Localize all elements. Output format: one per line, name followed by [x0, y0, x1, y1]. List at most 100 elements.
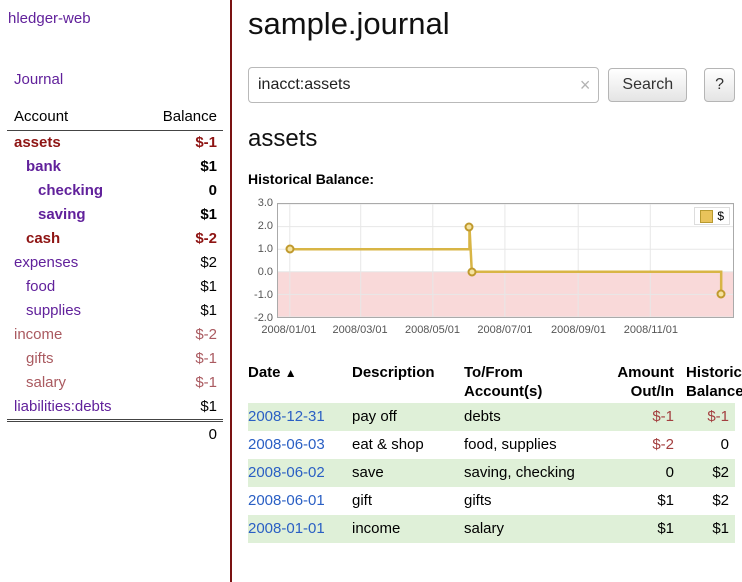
account-balance: $1: [138, 155, 223, 179]
account-link[interactable]: supplies: [26, 302, 81, 319]
account-link[interactable]: assets: [14, 134, 61, 151]
search-input[interactable]: [249, 68, 598, 102]
chart-svg: [278, 204, 733, 317]
transaction-date-cell: 2008-01-01: [248, 515, 346, 543]
account-row: income $-2: [7, 323, 223, 347]
accounts-table: Account Balance assets $-1 bank $1 check…: [7, 108, 223, 447]
register-header-balance-line1: Historical: [686, 364, 742, 381]
sort-ascending-icon: ▲: [285, 366, 297, 380]
chart-data-point: [285, 245, 294, 254]
transaction-date-link[interactable]: 2008-06-02: [248, 464, 325, 481]
account-link[interactable]: food: [26, 278, 55, 295]
account-row: assets $-1: [7, 131, 223, 156]
register-header-accounts-line2: Account(s): [464, 383, 542, 400]
transaction-description: save: [346, 459, 458, 487]
accounts-total-spacer: [7, 421, 138, 448]
app-brand-link[interactable]: hledger-web: [8, 10, 230, 27]
account-balance: 0: [138, 179, 223, 203]
account-name-cell: income: [7, 323, 138, 347]
x-tick-label: 2008/05/01: [405, 324, 460, 336]
account-balance: $-2: [138, 323, 223, 347]
register-row: 2008-06-02 save saving, checking 0 $2: [248, 459, 735, 487]
accounts-body: assets $-1 bank $1 checking 0 saving $1 …: [7, 131, 223, 421]
transaction-balance: $2: [680, 459, 735, 487]
chart-data-point: [465, 222, 474, 231]
account-link[interactable]: liabilities:debts: [14, 398, 112, 415]
transaction-amount: $1: [584, 487, 680, 515]
account-row: bank $1: [7, 155, 223, 179]
account-name-cell: salary: [7, 371, 138, 395]
account-row: gifts $-1: [7, 347, 223, 371]
register-header-date-label: Date: [248, 364, 281, 381]
search-box: ×: [248, 67, 599, 103]
transaction-description: income: [346, 515, 458, 543]
sidebar-journal-link[interactable]: Journal: [14, 71, 230, 88]
account-link[interactable]: gifts: [26, 350, 54, 367]
account-row: checking 0: [7, 179, 223, 203]
register-header-amount-line2: Out/In: [631, 383, 674, 400]
transaction-amount: $-1: [584, 403, 680, 431]
account-name-cell: saving: [7, 203, 138, 227]
account-row: salary $-1: [7, 371, 223, 395]
clear-search-icon[interactable]: ×: [580, 76, 591, 94]
account-balance: $-1: [138, 371, 223, 395]
accounts-total: 0: [138, 421, 223, 448]
balance-chart: 3.02.01.00.0-1.0-2.0 $ 2008/01/012008/03…: [248, 203, 735, 339]
register-header-amount: Amount Out/In: [584, 361, 680, 403]
account-name-cell: food: [7, 275, 138, 299]
account-link[interactable]: bank: [26, 158, 61, 175]
account-balance: $-1: [138, 347, 223, 371]
y-tick-label: 0.0: [258, 266, 273, 278]
account-name-cell: liabilities:debts: [7, 395, 138, 421]
page-title: sample.journal: [248, 6, 735, 42]
transaction-date-link[interactable]: 2008-01-01: [248, 520, 325, 537]
register-row: 2008-01-01 income salary $1 $1: [248, 515, 735, 543]
register-row: 2008-06-03 eat & shop food, supplies $-2…: [248, 431, 735, 459]
transaction-date-link[interactable]: 2008-06-03: [248, 436, 325, 453]
accounts-total-row: 0: [7, 421, 223, 448]
accounts-header-account: Account: [7, 108, 138, 131]
accounts-header-balance: Balance: [138, 108, 223, 131]
chart-legend: $: [694, 207, 730, 225]
transaction-date-link[interactable]: 2008-12-31: [248, 408, 325, 425]
account-link[interactable]: cash: [26, 230, 60, 247]
register-header-row: Date ▲ Description To/From Account(s) Am…: [248, 361, 735, 403]
account-link[interactable]: income: [14, 326, 62, 343]
account-name-cell: supplies: [7, 299, 138, 323]
account-balance: $1: [138, 395, 223, 421]
chart-heading: Historical Balance:: [248, 171, 735, 187]
transaction-date-link[interactable]: 2008-06-01: [248, 492, 325, 509]
account-row: cash $-2: [7, 227, 223, 251]
transaction-date-cell: 2008-06-01: [248, 487, 346, 515]
transaction-date-cell: 2008-12-31: [248, 403, 346, 431]
x-tick-label: 2008/03/01: [333, 324, 388, 336]
account-link[interactable]: salary: [26, 374, 66, 391]
register-row: 2008-06-01 gift gifts $1 $2: [248, 487, 735, 515]
register-body: 2008-12-31 pay off debts $-1 $-1 2008-06…: [248, 403, 735, 543]
search-button[interactable]: Search: [608, 68, 687, 102]
account-link[interactable]: checking: [38, 182, 103, 199]
account-name-cell: expenses: [7, 251, 138, 275]
transaction-description: gift: [346, 487, 458, 515]
account-balance: $1: [138, 203, 223, 227]
transaction-accounts: saving, checking: [458, 459, 584, 487]
y-tick-label: -1.0: [254, 289, 273, 301]
main-content: sample.journal × Search ? assets Histori…: [248, 0, 735, 543]
transaction-description: eat & shop: [346, 431, 458, 459]
legend-swatch-icon: [700, 210, 713, 223]
register-header-accounts-line1: To/From: [464, 364, 523, 381]
chart-data-point: [717, 290, 726, 299]
chart-y-axis: 3.02.01.00.0-1.0-2.0: [248, 203, 276, 318]
account-row: liabilities:debts $1: [7, 395, 223, 421]
y-tick-label: 1.0: [258, 243, 273, 255]
register-table: Date ▲ Description To/From Account(s) Am…: [248, 361, 735, 543]
transaction-balance: $1: [680, 515, 735, 543]
account-row: expenses $2: [7, 251, 223, 275]
account-row: supplies $1: [7, 299, 223, 323]
transaction-amount: $1: [584, 515, 680, 543]
account-link[interactable]: saving: [38, 206, 86, 223]
account-link[interactable]: expenses: [14, 254, 78, 271]
help-button[interactable]: ?: [704, 68, 735, 102]
account-name-cell: cash: [7, 227, 138, 251]
register-header-date[interactable]: Date ▲: [248, 361, 346, 403]
